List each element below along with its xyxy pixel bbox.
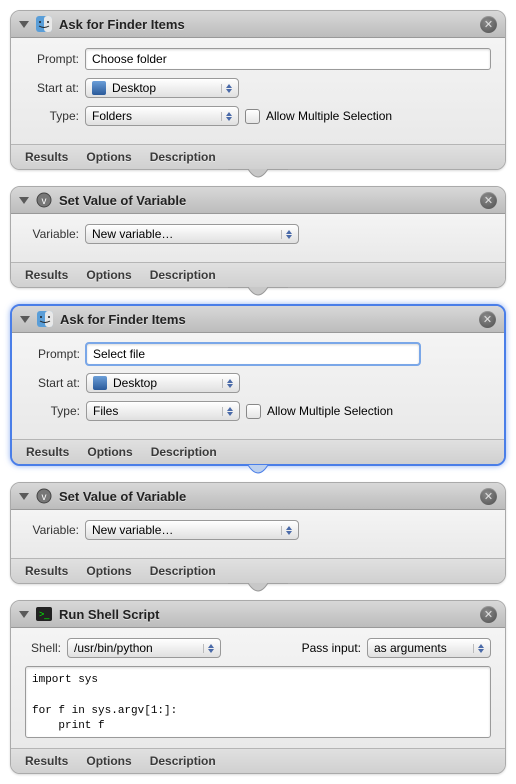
options-tab[interactable]: Options	[86, 564, 131, 578]
action-set-variable-2: v Set Value of Variable ✕ Variable: New …	[10, 482, 506, 584]
connector-icon	[10, 287, 506, 305]
start-at-label: Start at:	[26, 376, 80, 390]
action-header: Ask for Finder Items ✕	[12, 306, 504, 333]
description-tab[interactable]: Description	[150, 564, 216, 578]
variable-select[interactable]: New variable…	[85, 520, 299, 540]
action-title: Ask for Finder Items	[59, 17, 474, 32]
type-label: Type:	[25, 109, 79, 123]
close-icon[interactable]: ✕	[480, 16, 497, 33]
options-tab[interactable]: Options	[86, 268, 131, 282]
script-textarea[interactable]: import sys for f in sys.argv[1:]: print …	[25, 666, 491, 738]
close-icon[interactable]: ✕	[480, 606, 497, 623]
start-at-label: Start at:	[25, 81, 79, 95]
variable-icon: v	[35, 487, 53, 505]
options-tab[interactable]: Options	[86, 754, 131, 768]
desktop-icon	[92, 81, 106, 95]
disclosure-triangle-icon[interactable]	[19, 197, 29, 204]
pass-input-label: Pass input:	[302, 641, 361, 655]
disclosure-triangle-icon[interactable]	[20, 316, 30, 323]
action-set-variable-1: v Set Value of Variable ✕ Variable: New …	[10, 186, 506, 288]
terminal-icon: >_	[35, 605, 53, 623]
select-arrows-icon	[203, 644, 214, 653]
action-footer: Results Options Description	[11, 262, 505, 287]
select-arrows-icon	[221, 84, 232, 93]
action-header: v Set Value of Variable ✕	[11, 187, 505, 214]
action-footer: Results Options Description	[11, 558, 505, 583]
action-body: Shell: /usr/bin/python Pass input: as ar…	[11, 628, 505, 748]
description-tab[interactable]: Description	[150, 150, 216, 164]
allow-multiple-checkbox[interactable]	[245, 109, 260, 124]
results-tab[interactable]: Results	[26, 445, 69, 459]
start-at-select[interactable]: Desktop	[86, 373, 240, 393]
action-ask-finder-items-1: Ask for Finder Items ✕ Prompt: Start at:…	[10, 10, 506, 170]
variable-label: Variable:	[25, 227, 79, 241]
shell-label: Shell:	[25, 641, 61, 655]
action-header: Ask for Finder Items ✕	[11, 11, 505, 38]
type-label: Type:	[26, 404, 80, 418]
select-arrows-icon	[222, 379, 233, 388]
shell-select[interactable]: /usr/bin/python	[67, 638, 221, 658]
connector-icon	[10, 583, 506, 601]
results-tab[interactable]: Results	[25, 564, 68, 578]
description-tab[interactable]: Description	[150, 268, 216, 282]
description-tab[interactable]: Description	[151, 445, 217, 459]
action-body: Prompt: Start at: Desktop Type: Folders …	[11, 38, 505, 144]
variable-label: Variable:	[25, 523, 79, 537]
variable-icon: v	[35, 191, 53, 209]
action-run-shell-script: >_ Run Shell Script ✕ Shell: /usr/bin/py…	[10, 600, 506, 774]
finder-icon	[35, 15, 53, 33]
close-icon[interactable]: ✕	[480, 488, 497, 505]
svg-text:v: v	[42, 492, 47, 503]
pass-input-select[interactable]: as arguments	[367, 638, 491, 658]
finder-icon	[36, 310, 54, 328]
prompt-label: Prompt:	[26, 347, 80, 361]
disclosure-triangle-icon[interactable]	[19, 611, 29, 618]
select-arrows-icon	[473, 644, 484, 653]
start-at-select[interactable]: Desktop	[85, 78, 239, 98]
action-ask-finder-items-2: Ask for Finder Items ✕ Prompt: Start at:…	[10, 304, 506, 466]
action-footer: Results Options Description	[11, 748, 505, 773]
allow-multiple-checkbox[interactable]	[246, 404, 261, 419]
results-tab[interactable]: Results	[25, 268, 68, 282]
select-arrows-icon	[221, 112, 232, 121]
action-title: Ask for Finder Items	[60, 312, 473, 327]
close-icon[interactable]: ✕	[479, 311, 496, 328]
disclosure-triangle-icon[interactable]	[19, 21, 29, 28]
action-body: Variable: New variable…	[11, 510, 505, 558]
type-select[interactable]: Folders	[85, 106, 239, 126]
action-body: Prompt: Start at: Desktop Type: Files Al…	[12, 333, 504, 439]
options-tab[interactable]: Options	[87, 445, 132, 459]
allow-multiple-label: Allow Multiple Selection	[266, 109, 392, 123]
results-tab[interactable]: Results	[25, 754, 68, 768]
description-tab[interactable]: Description	[150, 754, 216, 768]
connector-icon	[10, 169, 506, 187]
desktop-icon	[93, 376, 107, 390]
svg-text:v: v	[42, 196, 47, 207]
select-arrows-icon	[281, 230, 292, 239]
prompt-input[interactable]	[86, 343, 420, 365]
action-title: Set Value of Variable	[59, 489, 474, 504]
results-tab[interactable]: Results	[25, 150, 68, 164]
disclosure-triangle-icon[interactable]	[19, 493, 29, 500]
options-tab[interactable]: Options	[86, 150, 131, 164]
select-arrows-icon	[281, 526, 292, 535]
action-body: Variable: New variable…	[11, 214, 505, 262]
action-header: v Set Value of Variable ✕	[11, 483, 505, 510]
action-header: >_ Run Shell Script ✕	[11, 601, 505, 628]
allow-multiple-label: Allow Multiple Selection	[267, 404, 393, 418]
action-title: Set Value of Variable	[59, 193, 474, 208]
select-arrows-icon	[222, 407, 233, 416]
type-select[interactable]: Files	[86, 401, 240, 421]
connector-icon	[10, 465, 506, 483]
action-footer: Results Options Description	[12, 439, 504, 464]
action-footer: Results Options Description	[11, 144, 505, 169]
close-icon[interactable]: ✕	[480, 192, 497, 209]
svg-text:>_: >_	[39, 609, 50, 619]
action-title: Run Shell Script	[59, 607, 474, 622]
variable-select[interactable]: New variable…	[85, 224, 299, 244]
prompt-input[interactable]	[85, 48, 491, 70]
prompt-label: Prompt:	[25, 52, 79, 66]
